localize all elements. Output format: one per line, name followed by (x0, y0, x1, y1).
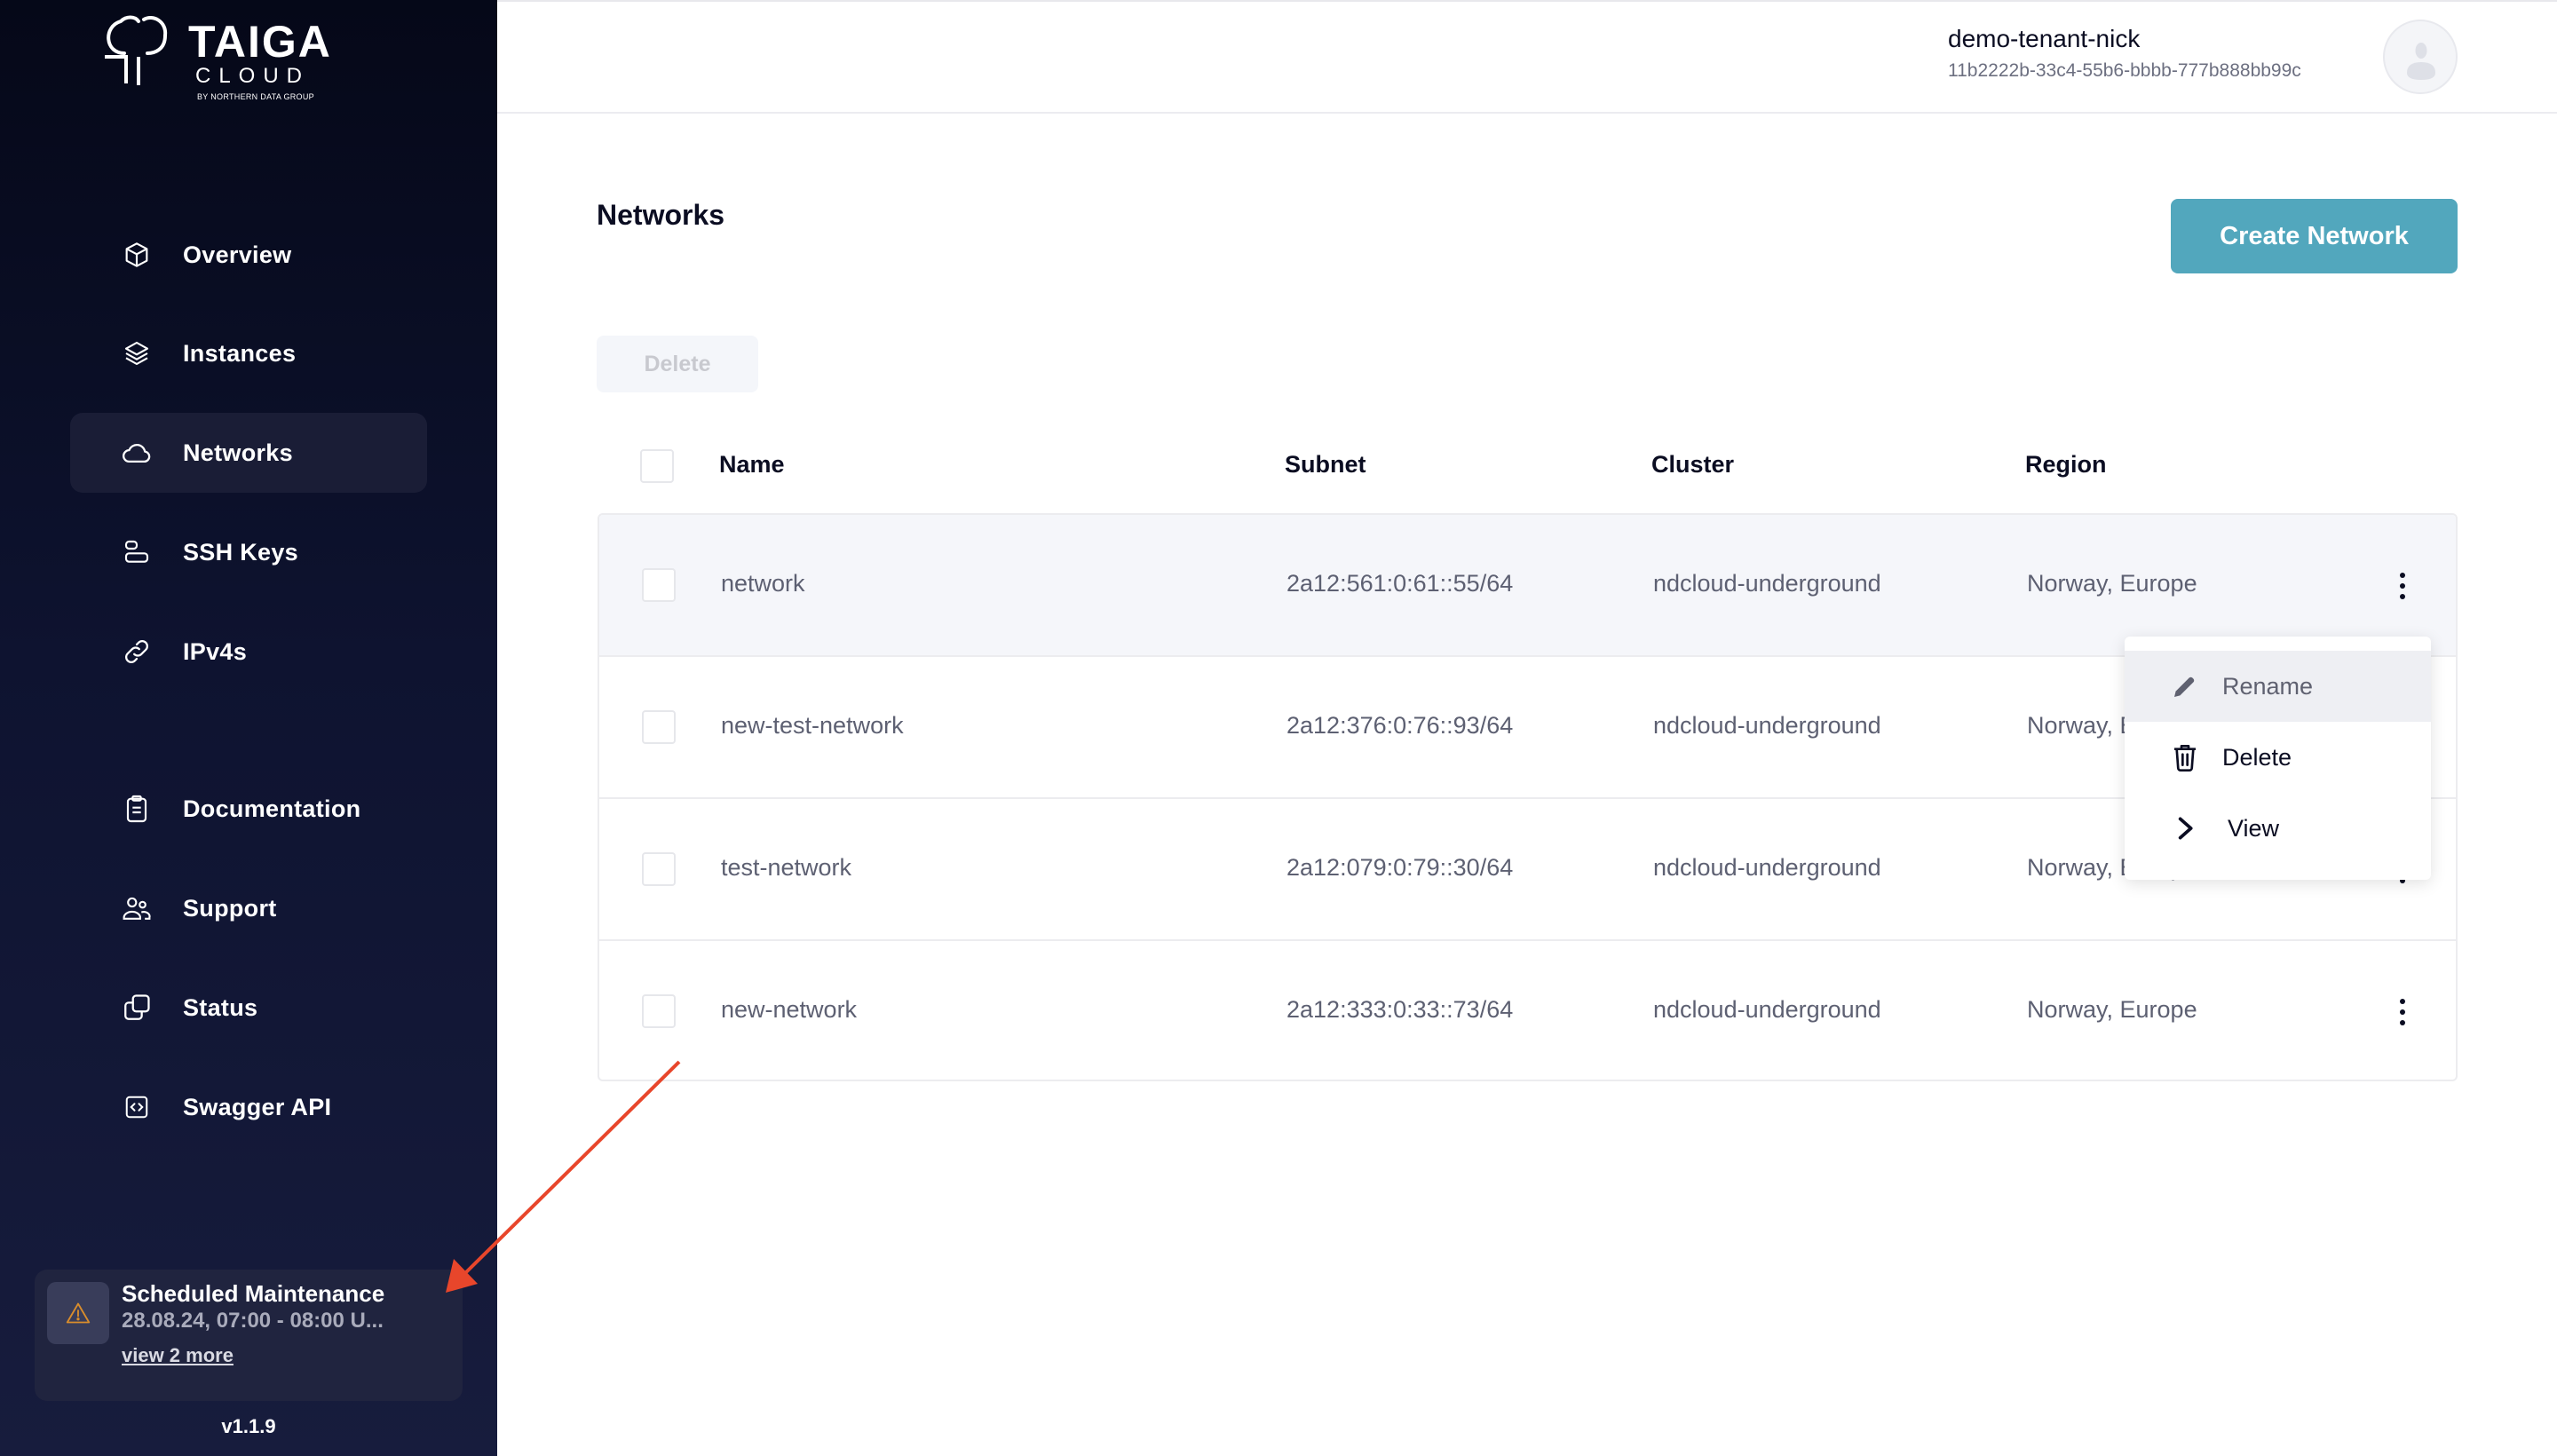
sidebar-item-label: SSH Keys (183, 538, 298, 566)
maintenance-notice: Scheduled Maintenance 28.08.24, 07:00 - … (35, 1270, 463, 1401)
network-name: test-network (721, 854, 852, 881)
sidebar-item-instances[interactable]: Instances (70, 313, 427, 393)
sidebar-item-label: Instances (183, 339, 297, 367)
cloud-icon (119, 435, 154, 471)
row-checkbox[interactable] (642, 994, 676, 1028)
network-name: new-test-network (721, 712, 904, 739)
sidebar-item-ssh-keys[interactable]: SSH Keys (70, 512, 427, 592)
tenant-name: demo-tenant-nick (1948, 25, 2141, 52)
kebab-dot (2400, 1020, 2405, 1025)
sidebar-item-label: Status (183, 993, 258, 1021)
chevron-right-icon (2167, 811, 2203, 846)
menu-item-view[interactable]: View (2125, 793, 2431, 864)
kebab-dot (2400, 594, 2405, 599)
sidebar-item-documentation[interactable]: Documentation (70, 769, 427, 849)
network-subnet: 2a12:376:0:76::93/64 (1286, 712, 1514, 739)
pencil-icon (2167, 669, 2203, 704)
kebab-dot (2400, 573, 2405, 578)
link-icon (119, 634, 154, 669)
table-row[interactable]: network 2a12:561:0:61::55/64 ndcloud-und… (599, 515, 2456, 657)
sidebar-item-overview[interactable]: Overview (70, 215, 427, 295)
clipboard-icon (119, 791, 154, 827)
menu-item-label: View (2228, 814, 2280, 842)
sidebar-item-label: Documentation (183, 795, 361, 822)
sidebar-item-label: Overview (183, 241, 292, 268)
sidebar-item-ipv4s[interactable]: IPv4s (70, 612, 427, 692)
brand-tagline: BY NORTHERN DATA GROUP (197, 92, 314, 101)
kebab-dot (2400, 999, 2405, 1004)
network-subnet: 2a12:079:0:79::30/64 (1286, 854, 1514, 881)
brand-name: TAIGA (188, 17, 332, 67)
avatar[interactable] (2383, 20, 2458, 94)
network-name: network (721, 570, 805, 597)
row-actions-button[interactable] (2389, 989, 2416, 1035)
top-bar (497, 0, 2557, 114)
column-header-cluster[interactable]: Cluster (1651, 451, 1734, 479)
taiga-cloud-logo[interactable]: TAIGA CLOUD BY NORTHERN DATA GROUP (99, 14, 366, 103)
kebab-dot (2400, 1009, 2405, 1015)
network-cluster: ndcloud-underground (1653, 570, 1881, 597)
network-name: new-network (721, 996, 858, 1023)
layers-icon (119, 336, 154, 371)
network-cluster: ndcloud-underground (1653, 712, 1881, 739)
sidebar-item-label: Swagger API (183, 1093, 332, 1120)
tenant-id: 11b2222b-33c4-55b6-bbbb-777b888bb99c (1948, 60, 2301, 81)
key-stack-icon (119, 534, 154, 570)
warning-icon-box (47, 1282, 109, 1344)
sidebar-item-label: Networks (183, 439, 293, 466)
sidebar-item-networks[interactable]: Networks (70, 413, 427, 493)
network-cluster: ndcloud-underground (1653, 854, 1881, 881)
page-title: Networks (597, 199, 725, 231)
network-cluster: ndcloud-underground (1653, 996, 1881, 1023)
maintenance-time: 28.08.24, 07:00 - 08:00 U... (122, 1309, 384, 1333)
sidebar-item-status[interactable]: Status (70, 968, 427, 1048)
create-network-button[interactable]: Create Network (2171, 199, 2458, 273)
sidebar-item-label: Support (183, 894, 277, 922)
network-region: Norway, Europe (2027, 996, 2197, 1023)
network-region: Norway, Europe (2027, 570, 2197, 597)
row-checkbox[interactable] (642, 568, 676, 602)
network-subnet: 2a12:333:0:33::73/64 (1286, 996, 1514, 1023)
row-checkbox[interactable] (642, 852, 676, 886)
row-checkbox[interactable] (642, 710, 676, 744)
copy-icon (119, 990, 154, 1025)
row-actions-menu: Rename Delete View (2125, 637, 2431, 880)
maintenance-title: Scheduled Maintenance (122, 1280, 385, 1307)
warning-icon (66, 1302, 91, 1324)
app-version: v1.1.9 (221, 1415, 276, 1437)
code-icon (119, 1089, 154, 1125)
bulk-delete-button[interactable]: Delete (597, 336, 758, 392)
menu-item-label: Delete (2222, 743, 2292, 771)
sidebar-item-label: IPv4s (183, 637, 248, 665)
trash-icon (2167, 740, 2203, 775)
brand-sub: CLOUD (195, 64, 311, 88)
row-actions-button[interactable] (2389, 563, 2416, 609)
column-header-region[interactable]: Region (2025, 451, 2107, 479)
sidebar-item-swagger-api[interactable]: Swagger API (70, 1067, 427, 1147)
users-icon (119, 890, 154, 926)
column-header-subnet[interactable]: Subnet (1285, 451, 1366, 479)
view-more-link[interactable]: view 2 more (122, 1344, 234, 1367)
user-icon (2407, 43, 2435, 80)
table-row[interactable]: new-network 2a12:333:0:33::73/64 ndcloud… (599, 941, 2456, 1080)
sidebar: TAIGA CLOUD BY NORTHERN DATA GROUP Overv… (0, 0, 497, 1456)
cube-icon (119, 237, 154, 273)
kebab-dot (2400, 583, 2405, 589)
taiga-tree-icon (105, 15, 168, 85)
menu-item-rename[interactable]: Rename (2125, 651, 2431, 722)
select-all-checkbox[interactable] (640, 449, 674, 483)
network-subnet: 2a12:561:0:61::55/64 (1286, 570, 1514, 597)
sidebar-item-support[interactable]: Support (70, 868, 427, 948)
menu-item-label: Rename (2222, 672, 2314, 700)
column-header-name[interactable]: Name (719, 451, 785, 479)
menu-item-delete[interactable]: Delete (2125, 722, 2431, 793)
